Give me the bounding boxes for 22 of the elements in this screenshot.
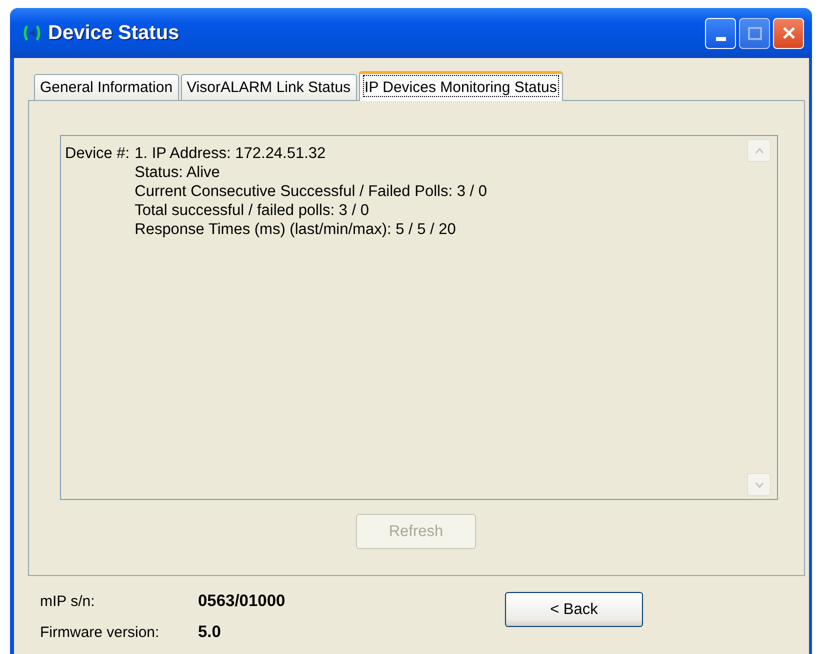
status-line: 1. IP Address: 172.24.51.32 [134,144,327,163]
info-value: 5.0 [198,623,221,642]
device-label: Device #: [65,144,130,164]
minimize-icon [716,37,726,41]
maximize-icon [748,26,762,40]
status-line: Total successful / failed polls: 3 / 0 [134,201,370,220]
minimize-button[interactable] [705,18,736,48]
status-line: Status: Alive [134,163,221,182]
status-line: Response Times (ms) (last/min/max): 5 / 5 / 20 [134,220,457,239]
tab[interactable]: VisorALARM Link Status [180,74,357,100]
close-button[interactable] [773,18,804,48]
app-icon [22,24,42,42]
back-button[interactable]: < Back [505,592,643,627]
info-label: Firmware version: [40,624,160,641]
status-line: Current Consecutive Successful / Failed Polls: 3 / 0 [134,182,487,201]
info-label: mIP s/n: [40,593,96,610]
info-value: 0563/01000 [198,592,286,611]
maximize-button[interactable] [739,18,770,48]
tab[interactable]: IP Devices Monitoring Status [358,71,563,101]
window-title: Device Status [48,22,180,44]
close-icon [782,26,796,40]
tab[interactable]: General Information [34,74,179,100]
